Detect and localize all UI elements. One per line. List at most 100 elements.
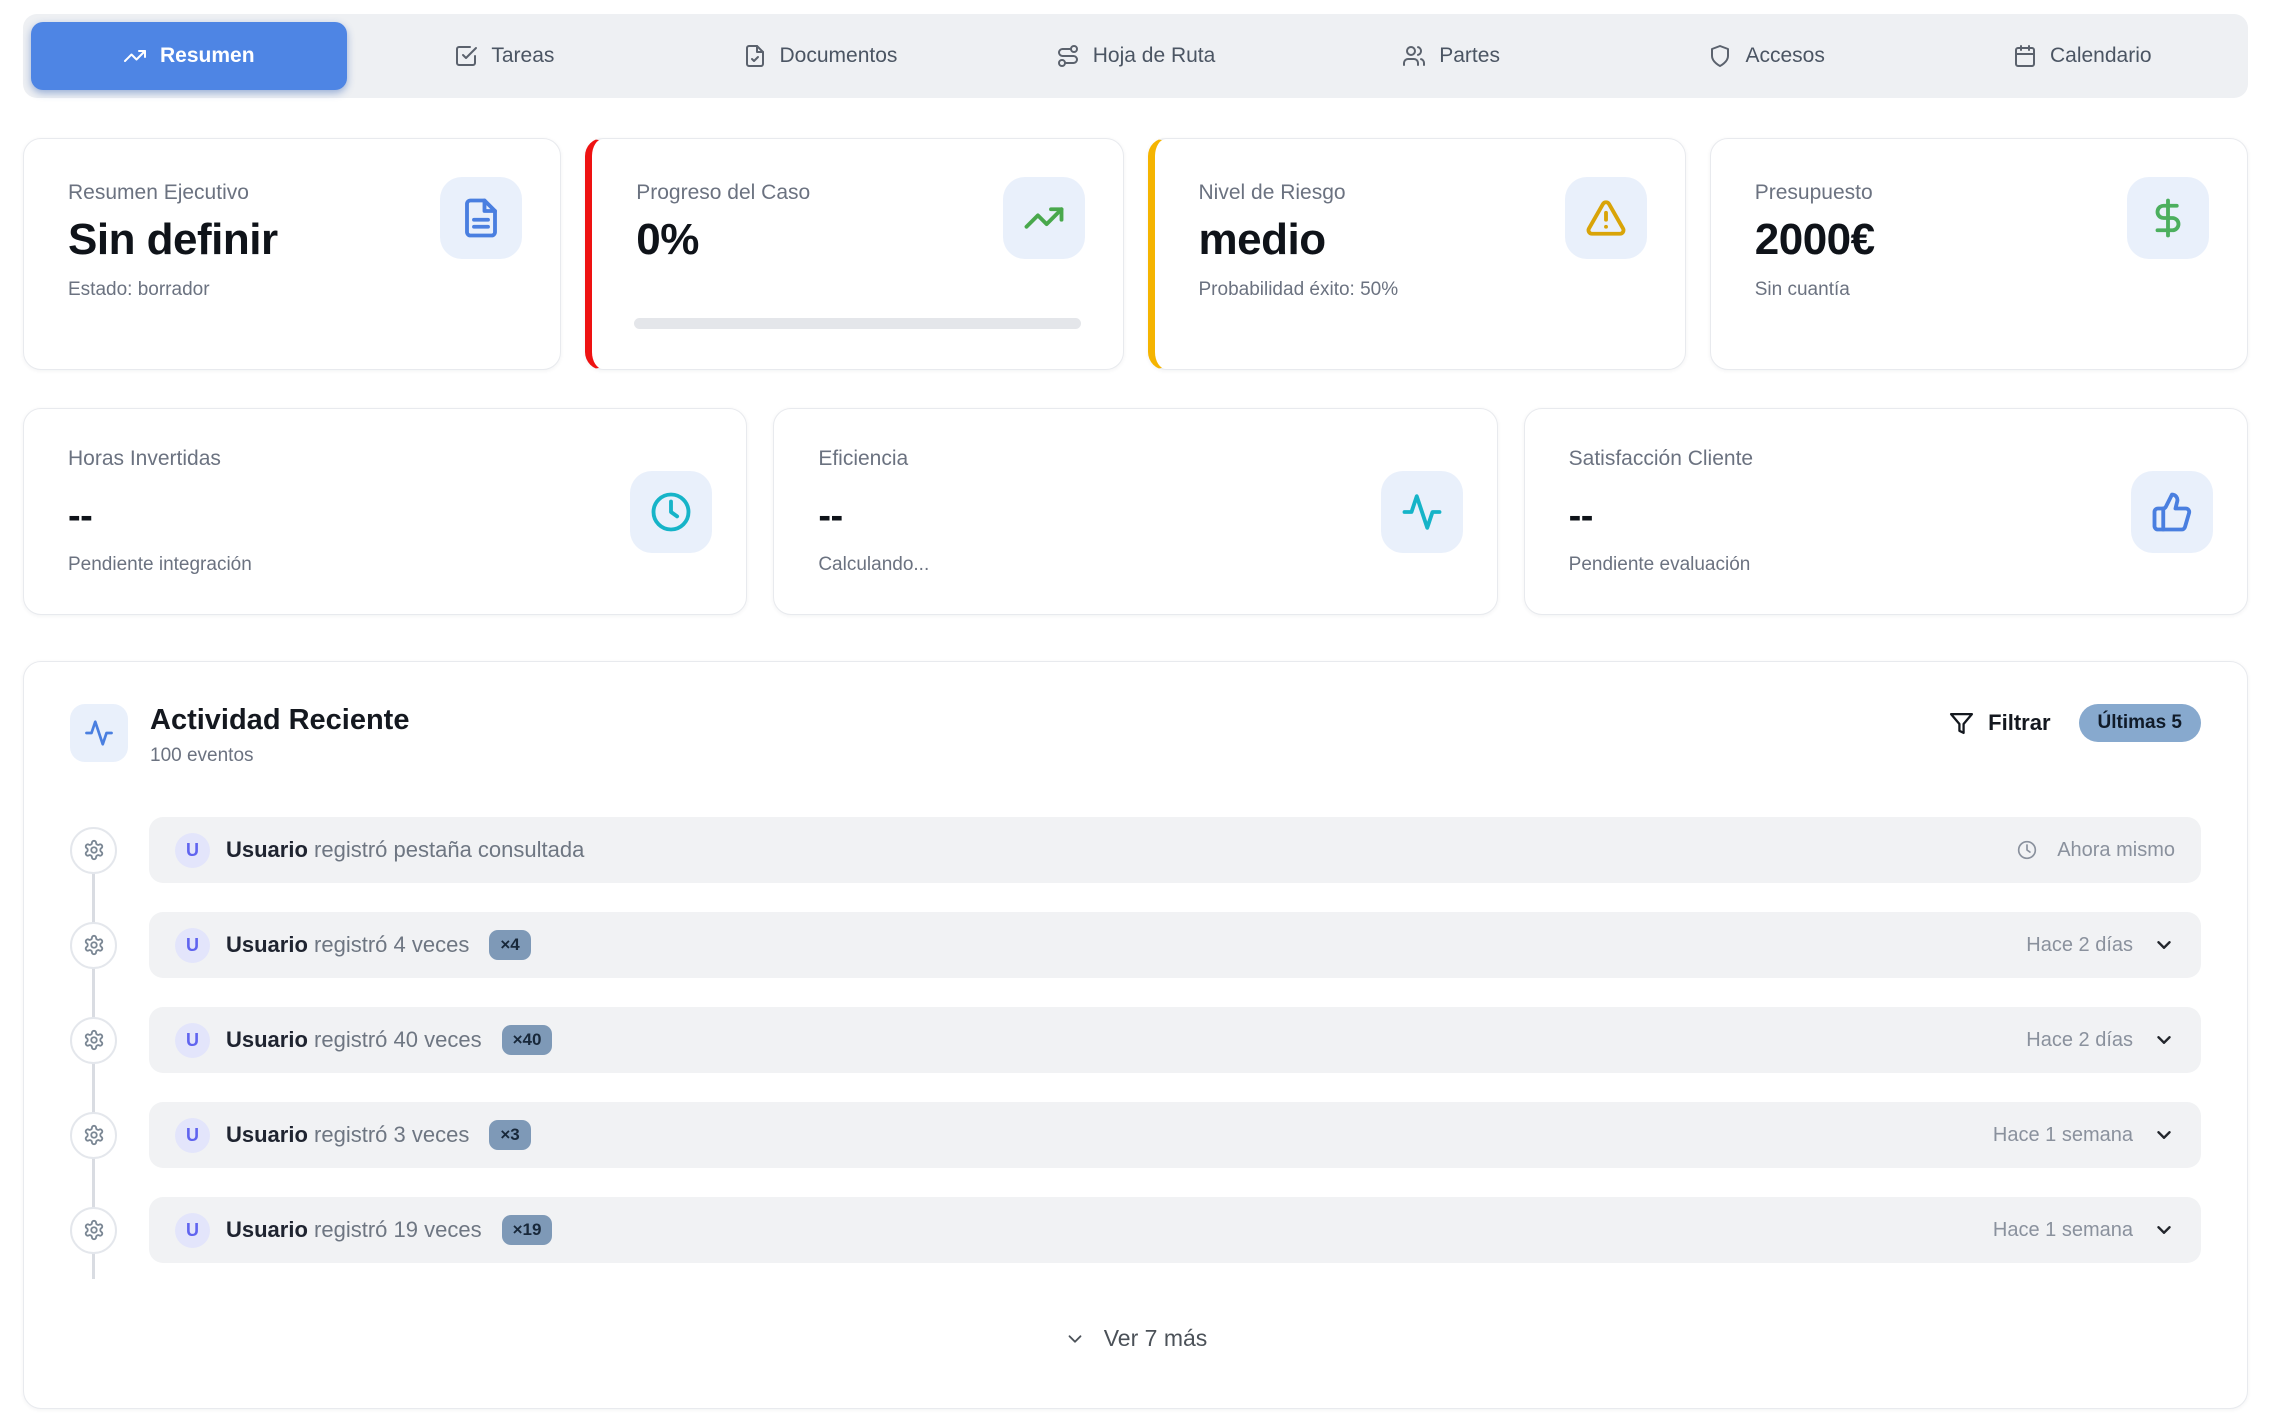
tab-tareas[interactable]: Tareas [347,22,663,90]
activity-row: U Usuario registró 40 veces ×40 Hace 2 d… [70,1007,2201,1073]
check-square-icon [454,44,478,68]
chevron-down-icon[interactable] [2153,1029,2175,1051]
event-actor: Usuario [226,1122,308,1147]
event-time: Hace 1 semana [1993,1219,2133,1242]
event-time: Hace 2 días [2026,1029,2133,1052]
clock-icon [2017,840,2037,860]
card-value: -- [818,495,1452,538]
activity-event-count: 100 eventos [150,745,409,767]
tab-calendario[interactable]: Calendario [1924,22,2240,90]
event-bubble[interactable]: U Usuario registró 4 veces ×4 Hace 2 día… [149,912,2201,978]
card-label: Satisfacción Cliente [1569,447,2203,471]
chevron-down-icon[interactable] [2153,1219,2175,1241]
event-actor: Usuario [226,1027,308,1052]
activity-timeline: U Usuario registró pestaña consultada Ah… [70,817,2201,1263]
tab-label: Tareas [491,44,554,68]
activity-icon [70,704,128,762]
funnel-icon [1949,711,1974,736]
tab-hoja-de-ruta[interactable]: Hoja de Ruta [978,22,1294,90]
trending-up-icon [1003,177,1085,259]
card-label: Horas Invertidas [68,447,702,471]
show-more-label: Ver 7 más [1104,1325,1208,1352]
event-bubble[interactable]: U Usuario registró 40 veces ×40 Hace 2 d… [149,1007,2201,1073]
stat-cards-row: Resumen Ejecutivo Sin definir Estado: bo… [23,138,2248,370]
filter-label: Filtrar [1988,710,2050,736]
card-sub: Estado: borrador [68,279,516,301]
alert-triangle-icon [1565,177,1647,259]
event-actor: Usuario [226,1217,308,1242]
filter-button[interactable]: Filtrar [1949,710,2050,736]
event-action: registró 4 veces [314,932,469,957]
avatar: U [175,1023,210,1058]
tab-resumen[interactable]: Resumen [31,22,347,90]
activity-icon [1381,471,1463,553]
document-icon [440,177,522,259]
top-tab-bar: Resumen Tareas Documentos Hoja de Ruta P… [23,14,2248,98]
tab-label: Hoja de Ruta [1093,44,1216,68]
card-value: -- [68,495,702,538]
event-actor: Usuario [226,837,308,862]
tab-label: Documentos [780,44,898,68]
gear-icon [70,1017,117,1064]
chevron-down-icon[interactable] [2153,934,2175,956]
card-sub: Pendiente evaluación [1569,554,2203,576]
event-time: Ahora mismo [2057,839,2175,862]
route-icon [1056,44,1080,68]
chevron-down-icon[interactable] [2153,1124,2175,1146]
card-progreso-del-caso: Progreso del Caso 0% [585,138,1123,370]
gear-icon [70,922,117,969]
activity-row: U Usuario registró 4 veces ×4 Hace 2 día… [70,912,2201,978]
gear-icon [70,1207,117,1254]
avatar: U [175,833,210,868]
card-sub: Sin cuantía [1755,279,2203,301]
shield-icon [1708,44,1732,68]
event-bubble: U Usuario registró pestaña consultada Ah… [149,817,2201,883]
file-check-icon [743,44,767,68]
tab-label: Calendario [2050,44,2152,68]
activity-row: U Usuario registró pestaña consultada Ah… [70,817,2201,883]
tab-label: Accesos [1745,44,1824,68]
event-actor: Usuario [226,932,308,957]
count-badge: ×3 [489,1120,530,1150]
activity-header: Actividad Reciente 100 eventos Filtrar Ú… [70,704,2201,767]
range-badge[interactable]: Últimas 5 [2079,704,2201,742]
tab-label: Partes [1439,44,1500,68]
card-horas-invertidas: Horas Invertidas -- Pendiente integració… [23,408,747,615]
chevron-down-icon [1064,1328,1086,1350]
count-badge: ×4 [489,930,530,960]
users-icon [1402,44,1426,68]
event-action: registró 3 veces [314,1122,469,1147]
clock-icon [630,471,712,553]
avatar: U [175,928,210,963]
event-action: registró 40 veces [314,1027,482,1052]
calendar-icon [2013,44,2037,68]
tab-partes[interactable]: Partes [1293,22,1609,90]
tab-accesos[interactable]: Accesos [1609,22,1925,90]
thumbs-up-icon [2131,471,2213,553]
card-sub: Calculando... [818,554,1452,576]
card-presupuesto: Presupuesto 2000€ Sin cuantía [1710,138,2248,370]
event-action: registró 19 veces [314,1217,482,1242]
card-value: -- [1569,495,2203,538]
event-bubble[interactable]: U Usuario registró 3 veces ×3 Hace 1 sem… [149,1102,2201,1168]
event-bubble[interactable]: U Usuario registró 19 veces ×19 Hace 1 s… [149,1197,2201,1263]
gear-icon [70,1112,117,1159]
dollar-icon [2127,177,2209,259]
card-resumen-ejecutivo: Resumen Ejecutivo Sin definir Estado: bo… [23,138,561,370]
count-badge: ×40 [502,1025,553,1055]
event-action: registró pestaña consultada [314,837,584,862]
card-sub: Pendiente integración [68,554,702,576]
card-nivel-de-riesgo: Nivel de Riesgo medio Probabilidad éxito… [1148,138,1686,370]
trending-up-icon [123,44,147,68]
event-time: Hace 1 semana [1993,1124,2133,1147]
gear-icon [70,827,117,874]
activity-panel: Actividad Reciente 100 eventos Filtrar Ú… [23,661,2248,1409]
tab-documentos[interactable]: Documentos [662,22,978,90]
avatar: U [175,1118,210,1153]
show-more-button[interactable]: Ver 7 más [1064,1325,1208,1352]
tab-label: Resumen [160,44,255,68]
count-badge: ×19 [502,1215,553,1245]
card-label: Eficiencia [818,447,1452,471]
card-satisfaccion-cliente: Satisfacción Cliente -- Pendiente evalua… [1524,408,2248,615]
activity-row: U Usuario registró 3 veces ×3 Hace 1 sem… [70,1102,2201,1168]
